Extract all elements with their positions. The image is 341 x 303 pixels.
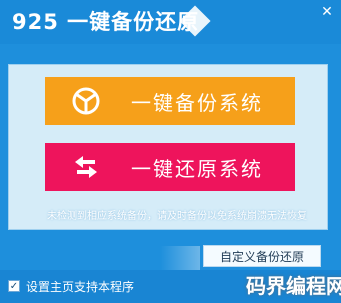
title-bar: 925 一键备份还原 ✕	[0, 0, 341, 44]
custom-backup-restore-tab[interactable]: 自定义备份还原	[203, 245, 321, 267]
homepage-support-checkbox[interactable]: ✓	[8, 280, 20, 292]
restore-system-label: 一键还原系统	[131, 156, 263, 181]
site-watermark: 码界编程网	[246, 274, 341, 298]
restore-system-button[interactable]: 一键还原系统	[45, 143, 295, 191]
swap-arrows-icon	[71, 152, 101, 182]
backup-notice-text: 未检测到相应系统备份，请及时备份以免系统崩溃无法恢复	[47, 211, 307, 222]
tab-decoration	[160, 246, 200, 270]
homepage-support-label: 设置主页支持本程序	[26, 280, 135, 294]
pie-chart-icon	[71, 86, 101, 116]
backup-system-label: 一键备份系统	[131, 90, 263, 115]
window-title: 925 一键备份还原	[12, 10, 200, 34]
backup-system-button[interactable]: 一键备份系统	[45, 77, 295, 125]
main-panel: 一键备份系统 一键还原系统 未检测到相应系统备份，请及时备份以免系统崩溃无法恢复	[8, 64, 328, 230]
close-button[interactable]: ✕	[316, 2, 338, 22]
footer-bar: ✓ 设置主页支持本程序 码界编程网	[0, 270, 341, 303]
